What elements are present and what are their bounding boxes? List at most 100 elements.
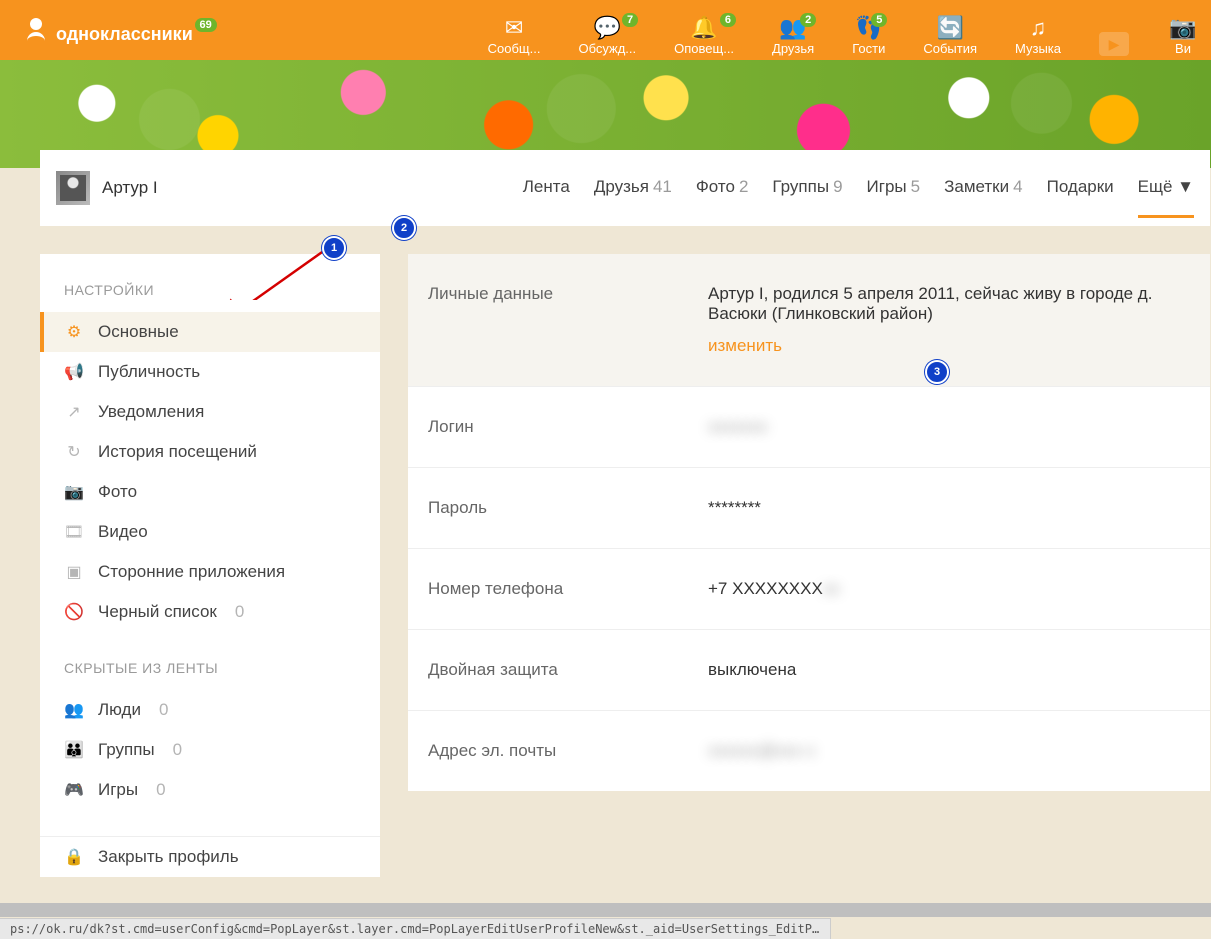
group-icon: 👪 <box>64 740 84 760</box>
status-bar-url: ps://ok.ru/dk?st.cmd=userConfig&cmd=PopL… <box>0 918 831 939</box>
sidebar-item-people[interactable]: 👥 Люди 0 <box>40 690 380 730</box>
annotation-marker-3: 3 <box>925 360 949 384</box>
settings-main: Личные данные Артур I, родился 5 апреля … <box>408 254 1210 791</box>
site-logo-text: одноклассники <box>56 24 193 45</box>
sidebar-item-video[interactable]: 🎞 Видео <box>40 512 380 552</box>
settings-row-email[interactable]: Адрес эл. почты xxxxxx@xxx x <box>408 711 1210 791</box>
nav-label: Сообщ... <box>488 41 541 56</box>
annotation-marker-2: 2 <box>392 216 416 240</box>
bell-icon: 🔔 <box>688 15 720 41</box>
sidebar-section-settings: НАСТРОЙКИ <box>40 254 380 312</box>
sidebar-item-hidden-groups[interactable]: 👪 Группы 0 <box>40 730 380 770</box>
row-label: Личные данные <box>428 284 708 356</box>
row-label: Двойная защита <box>428 660 708 680</box>
annotation-marker-1: 1 <box>322 236 346 260</box>
lock-icon: 🔒 <box>64 847 84 867</box>
nav-music[interactable]: ♫Музыка <box>1015 15 1061 60</box>
edit-link[interactable]: изменить <box>708 336 782 356</box>
sidebar-item-lock-profile[interactable]: 🔒 Закрыть профиль <box>40 837 380 877</box>
row-value: выключена <box>708 660 1190 680</box>
megaphone-icon: 📢 <box>64 362 84 382</box>
sidebar-item-label: Фото <box>98 482 137 502</box>
nav-label: Друзья <box>772 41 814 56</box>
sidebar-item-label: Сторонние приложения <box>98 562 285 582</box>
camera-icon: 📷 <box>64 482 84 502</box>
avatar[interactable] <box>56 171 90 205</box>
top-nav: ✉Сообщ... 💬7 Обсужд... 🔔6 Оповещ... 👥2Друз… <box>488 0 1211 60</box>
settings-row-login[interactable]: Логин xxxxxxx <box>408 387 1210 468</box>
tab-games[interactable]: Игры5 <box>867 177 921 200</box>
profile-tabs: Лента Друзья41 Фото2 Группы9 Игры5 Замет… <box>523 177 1194 200</box>
nav-label: Гости <box>852 41 885 56</box>
nav-discussions[interactable]: 💬7 Обсужд... <box>578 15 636 60</box>
nav-play[interactable]: ▶ <box>1099 32 1129 60</box>
site-logo[interactable]: одноклассники 69 <box>0 18 207 60</box>
settings-row-2fa[interactable]: Двойная защита выключена <box>408 630 1210 711</box>
settings-row-personal: Личные данные Артур I, родился 5 апреля … <box>408 254 1210 387</box>
nav-badge: 6 <box>720 13 736 27</box>
sidebar-item-label: Черный список <box>98 602 217 622</box>
play-icon: ▶ <box>1099 32 1129 56</box>
sidebar-item-history[interactable]: ↻ История посещений <box>40 432 380 472</box>
row-label: Номер телефона <box>428 579 708 599</box>
top-bar: одноклассники 69 ✉Сообщ... 💬7 Обсужд... 🔔… <box>0 0 1211 60</box>
sidebar-item-label: Группы <box>98 740 155 760</box>
ok-logo-icon <box>24 18 48 50</box>
sidebar-section-hidden: СКРЫТЫЕ ИЗ ЛЕНТЫ <box>40 632 380 690</box>
tab-gifts[interactable]: Подарки <box>1047 177 1114 200</box>
nav-notifications[interactable]: 🔔6 Оповещ... <box>674 15 734 60</box>
nav-badge: 5 <box>871 13 887 27</box>
nav-label: Обсужд... <box>578 41 636 56</box>
arrow-out-icon: ↗ <box>64 402 84 422</box>
sidebar-item-label: Публичность <box>98 362 200 382</box>
nav-label: Ви <box>1175 41 1191 56</box>
nav-badge: 7 <box>622 13 638 27</box>
row-value: xxxxxx@xxx x <box>708 741 1190 761</box>
settings-row-phone[interactable]: Номер телефона +7 XXXXXXXXxx <box>408 549 1210 630</box>
tab-more[interactable]: Ещё ▼ <box>1138 177 1194 218</box>
ban-icon: 🚫 <box>64 602 84 622</box>
camera-icon: 📷 <box>1167 15 1199 41</box>
nav-label: Оповещ... <box>674 41 734 56</box>
app-icon: ▣ <box>64 562 84 582</box>
nav-messages[interactable]: ✉Сообщ... <box>488 15 541 60</box>
sidebar-item-label: Люди <box>98 700 141 720</box>
sidebar-item-photo[interactable]: 📷 Фото <box>40 472 380 512</box>
gear-icon: ⚙ <box>64 322 84 342</box>
nav-friends[interactable]: 👥2Друзья <box>772 15 814 60</box>
sidebar-item-hidden-games[interactable]: 🎮 Игры 0 <box>40 770 380 810</box>
tab-groups[interactable]: Группы9 <box>772 177 842 200</box>
history-icon: ↻ <box>64 442 84 462</box>
row-label: Адрес эл. почты <box>428 741 708 761</box>
sidebar-item-label: Основные <box>98 322 179 342</box>
tab-friends[interactable]: Друзья41 <box>594 177 672 200</box>
profile-bar: Артур I Лента Друзья41 Фото2 Группы9 Игр… <box>40 150 1210 226</box>
sidebar-item-apps[interactable]: ▣ Сторонние приложения <box>40 552 380 592</box>
row-value: +7 XXXXXXXXxx <box>708 579 1190 599</box>
nav-video[interactable]: 📷Ви <box>1167 15 1199 60</box>
sidebar-item-blacklist[interactable]: 🚫 Черный список 0 <box>40 592 380 632</box>
settings-row-password[interactable]: Пароль ******** <box>408 468 1210 549</box>
refresh-icon: 🔄 <box>934 15 966 41</box>
sidebar-item-publicity[interactable]: 📢 Публичность <box>40 352 380 392</box>
sidebar-item-count: 0 <box>173 740 182 760</box>
sidebar-item-count: 0 <box>156 780 165 800</box>
tab-notes[interactable]: Заметки4 <box>944 177 1023 200</box>
sidebar-item-count: 0 <box>235 602 244 622</box>
chat-icon: 💬 <box>591 15 623 41</box>
tab-feed[interactable]: Лента <box>523 177 570 200</box>
nav-guests[interactable]: 👣5Гости <box>852 15 885 60</box>
row-value: xxxxxxx <box>708 417 1190 437</box>
sidebar-item-main[interactable]: ⚙ Основные <box>40 312 380 352</box>
profile-name[interactable]: Артур I <box>102 178 158 198</box>
sidebar-item-count: 0 <box>159 700 168 720</box>
tab-photos[interactable]: Фото2 <box>696 177 749 200</box>
sidebar-item-label: История посещений <box>98 442 257 462</box>
film-icon: 🎞 <box>64 522 84 542</box>
sidebar-item-label: Игры <box>98 780 138 800</box>
people-icon: 👥 <box>64 700 84 720</box>
row-label: Логин <box>428 417 708 437</box>
nav-events[interactable]: 🔄События <box>923 15 977 60</box>
sidebar-item-notifications[interactable]: ↗ Уведомления <box>40 392 380 432</box>
music-icon: ♫ <box>1022 15 1054 41</box>
